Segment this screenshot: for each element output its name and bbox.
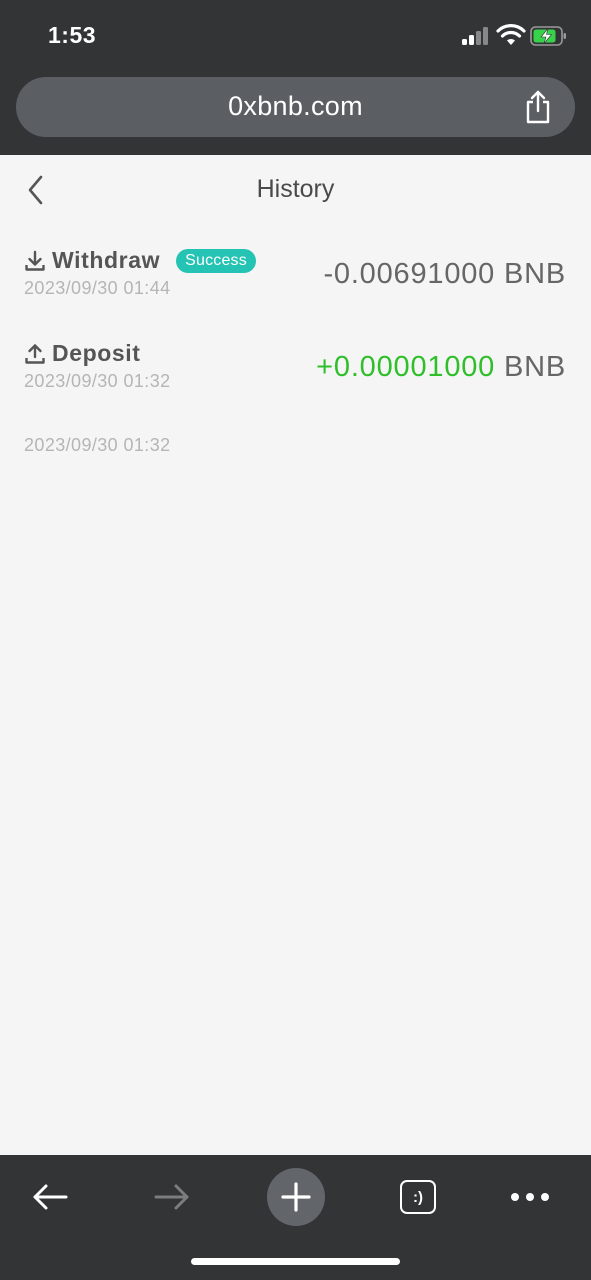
transaction-type: Deposit — [24, 340, 141, 367]
amount-value: +0.00001000 — [316, 351, 496, 383]
home-indicator — [191, 1258, 400, 1265]
arrow-left-icon — [33, 1184, 68, 1210]
tabs-icon: :) — [400, 1180, 436, 1214]
new-tab-button[interactable] — [266, 1167, 326, 1227]
amount-value: -0.00691000 — [323, 258, 496, 290]
more-dots-icon — [511, 1193, 549, 1201]
transaction-type: Withdraw Success — [24, 247, 256, 274]
transaction-type-label: Deposit — [52, 340, 141, 366]
status-time: 1:53 — [48, 22, 97, 48]
back-button[interactable] — [20, 1167, 80, 1227]
battery-charging-icon — [530, 26, 566, 46]
extra-date: 2023/09/30 01:32 — [24, 435, 171, 455]
browser-top-bar: 1:53 0xbnb.com — [0, 0, 591, 155]
transaction-date: 2023/09/30 01:32 — [24, 371, 171, 391]
arrow-right-icon — [154, 1184, 189, 1210]
share-icon[interactable] — [521, 89, 555, 125]
page-title: History — [256, 175, 335, 203]
address-bar[interactable]: 0xbnb.com — [16, 77, 575, 137]
transaction-date: 2023/09/30 01:44 — [24, 278, 171, 298]
upload-icon — [25, 343, 45, 364]
history-row-deposit[interactable]: Deposit 2023/09/30 01:32 +0.00001000 BNB — [0, 333, 591, 403]
status-badge: Success — [176, 248, 256, 273]
cellular-signal-icon — [462, 27, 490, 45]
transaction-amount: -0.00691000 BNB — [323, 258, 566, 291]
forward-button[interactable] — [142, 1167, 202, 1227]
more-menu-button[interactable] — [500, 1167, 560, 1227]
amount-currency: BNB — [503, 351, 566, 383]
tabs-button[interactable]: :) — [388, 1167, 448, 1227]
download-icon — [25, 250, 45, 271]
amount-currency: BNB — [503, 258, 566, 290]
history-row-withdraw[interactable]: Withdraw Success 2023/09/30 01:44 -0.006… — [0, 240, 591, 310]
url-text: 0xbnb.com — [228, 91, 363, 121]
plus-icon — [267, 1168, 325, 1226]
transaction-type-label: Withdraw — [52, 247, 161, 273]
transaction-amount: +0.00001000 BNB — [316, 351, 566, 384]
wifi-icon — [496, 24, 526, 45]
